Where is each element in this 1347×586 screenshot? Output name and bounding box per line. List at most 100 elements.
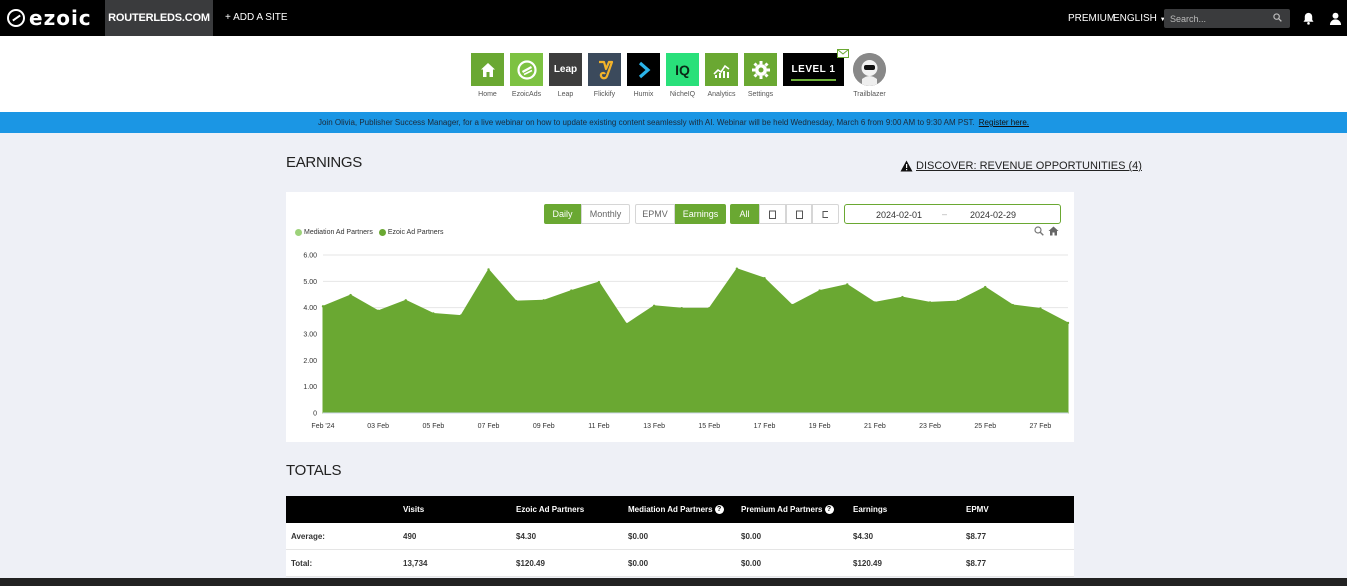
app-home[interactable]: Home <box>471 53 504 98</box>
desktop-filter-button[interactable] <box>759 204 786 224</box>
x-tick-label: 21 Feb <box>864 423 886 430</box>
reset-zoom-home-icon[interactable] <box>1048 226 1059 236</box>
cell-ezoic: $4.30 <box>516 532 537 541</box>
desktop-icon <box>769 210 776 219</box>
y-tick-label: 3.00 <box>303 332 317 339</box>
register-link[interactable]: Register here. <box>979 118 1029 127</box>
premium-link[interactable]: PREMIUM <box>1068 13 1115 24</box>
cell-premium: $0.00 <box>741 559 762 568</box>
bottom-bar <box>0 578 1347 586</box>
zoom-icon[interactable] <box>1034 226 1044 236</box>
cell-mediation: $0.00 <box>628 532 649 541</box>
level-badge[interactable]: LEVEL 1 <box>783 53 844 86</box>
y-tick-label: 2.00 <box>303 358 317 365</box>
data-point[interactable] <box>956 299 959 303</box>
home-icon <box>471 53 504 86</box>
data-point[interactable] <box>459 314 463 317</box>
data-point[interactable] <box>652 304 656 308</box>
app-ezoicads[interactable]: EzoicAds <box>510 53 543 98</box>
discover-revenue-link[interactable]: DISCOVER: REVENUE OPPORTUNITIES (4) <box>900 160 1142 172</box>
x-tick-label: 05 Feb <box>422 423 444 430</box>
date-start: 2024-02-01 <box>876 210 923 220</box>
y-tick-label: 1.00 <box>303 384 317 391</box>
data-point[interactable] <box>625 322 628 326</box>
add-site-link[interactable]: + ADD A SITE <box>225 12 288 23</box>
app-settings[interactable]: Settings <box>744 53 777 98</box>
app-nicheiq[interactable]: IQ NicheIQ <box>666 53 699 98</box>
cell-ezoic: $120.49 <box>516 559 545 568</box>
legend-item-ezoic[interactable]: Ezoic Ad Partners <box>378 229 444 236</box>
data-point[interactable] <box>321 305 325 308</box>
data-point[interactable] <box>818 289 821 292</box>
language-dropdown[interactable]: ENGLISH ▼ <box>1113 13 1166 24</box>
avatar[interactable] <box>853 53 886 86</box>
data-point[interactable] <box>404 299 407 302</box>
earnings-button[interactable]: Earnings <box>675 204 726 224</box>
col-earnings: Earnings <box>853 505 888 514</box>
data-point[interactable] <box>1011 303 1015 307</box>
cell-earnings: $120.49 <box>853 559 882 568</box>
chart-legend: Mediation Ad Partners Ezoic Ad Partners <box>295 229 450 236</box>
all-devices-button[interactable]: All <box>730 204 759 224</box>
site-selector[interactable]: ROUTERLEDS.COM <box>105 0 213 36</box>
x-tick-label: 11 Feb <box>588 423 609 430</box>
monthly-button[interactable]: Monthly <box>581 204 630 224</box>
mail-icon[interactable] <box>837 49 849 58</box>
data-point[interactable] <box>432 312 435 315</box>
table-row-average: Average: 490 $4.30 $0.00 $0.00 $4.30 $8.… <box>286 523 1074 550</box>
data-point[interactable] <box>1039 307 1042 310</box>
nicheiq-icon: IQ <box>666 53 699 86</box>
data-point[interactable] <box>763 276 766 280</box>
date-range-picker[interactable]: 2024-02-01 – 2024-02-29 <box>844 204 1061 224</box>
daily-button[interactable]: Daily <box>544 204 581 224</box>
app-flickify[interactable]: Flickify <box>588 53 621 98</box>
data-point[interactable] <box>984 285 987 289</box>
data-point[interactable] <box>597 280 601 284</box>
earnings-area-chart: 0 1.00 2.00 3.00 4.00 5.00 6.00 Feb '24 03 Feb 05… <box>303 253 1070 430</box>
data-point[interactable] <box>846 283 849 286</box>
data-point[interactable] <box>376 309 380 313</box>
user-icon[interactable] <box>1329 12 1342 25</box>
search-icon[interactable] <box>1273 13 1282 22</box>
help-icon[interactable]: ? <box>714 505 724 514</box>
data-point[interactable] <box>680 306 683 310</box>
cell-visits: 490 <box>403 532 417 541</box>
earnings-heading: EARNINGS <box>286 154 362 171</box>
data-point[interactable] <box>1066 321 1070 325</box>
data-point[interactable] <box>570 289 573 292</box>
epmv-button[interactable]: EPMV <box>635 204 675 224</box>
bell-icon[interactable] <box>1302 12 1315 25</box>
data-point[interactable] <box>790 303 794 307</box>
y-tick-label: 5.00 <box>303 279 317 286</box>
x-tick-label: 23 Feb <box>919 423 941 430</box>
data-point[interactable] <box>873 301 877 304</box>
col-premium-label: Premium Ad Partners <box>741 505 823 514</box>
col-premium-ad-partners: Premium Ad Partners? <box>741 496 834 523</box>
data-point[interactable] <box>708 306 711 310</box>
data-point[interactable] <box>514 299 518 303</box>
series-area-ezoic[interactable] <box>322 268 1069 414</box>
app-analytics[interactable]: Analytics <box>705 53 738 98</box>
x-tick-label: 07 Feb <box>478 423 500 430</box>
search-input[interactable] <box>1164 9 1290 28</box>
ezoic-logo[interactable]: ezoic <box>7 6 92 30</box>
app-leap[interactable]: Leap Leap <box>549 53 582 98</box>
tablet-filter-button[interactable] <box>786 204 812 224</box>
analytics-icon <box>705 53 738 86</box>
flickify-icon <box>588 53 621 86</box>
data-point[interactable] <box>735 267 739 270</box>
row-label: Average: <box>291 532 325 541</box>
app-humix[interactable]: Humix <box>627 53 660 98</box>
legend-dot <box>295 229 302 236</box>
tablet-icon <box>795 210 803 219</box>
data-point[interactable] <box>928 301 932 304</box>
data-point[interactable] <box>901 295 904 299</box>
legend-item-mediation[interactable]: Mediation Ad Partners <box>295 229 373 236</box>
discover-label: DISCOVER: REVENUE OPPORTUNITIES (4) <box>916 160 1142 172</box>
data-point[interactable] <box>487 268 490 271</box>
data-point[interactable] <box>542 299 545 302</box>
help-icon[interactable]: ? <box>824 505 834 514</box>
mobile-filter-button[interactable] <box>812 204 839 224</box>
cell-visits: 13,734 <box>403 559 428 568</box>
data-point[interactable] <box>349 293 352 297</box>
